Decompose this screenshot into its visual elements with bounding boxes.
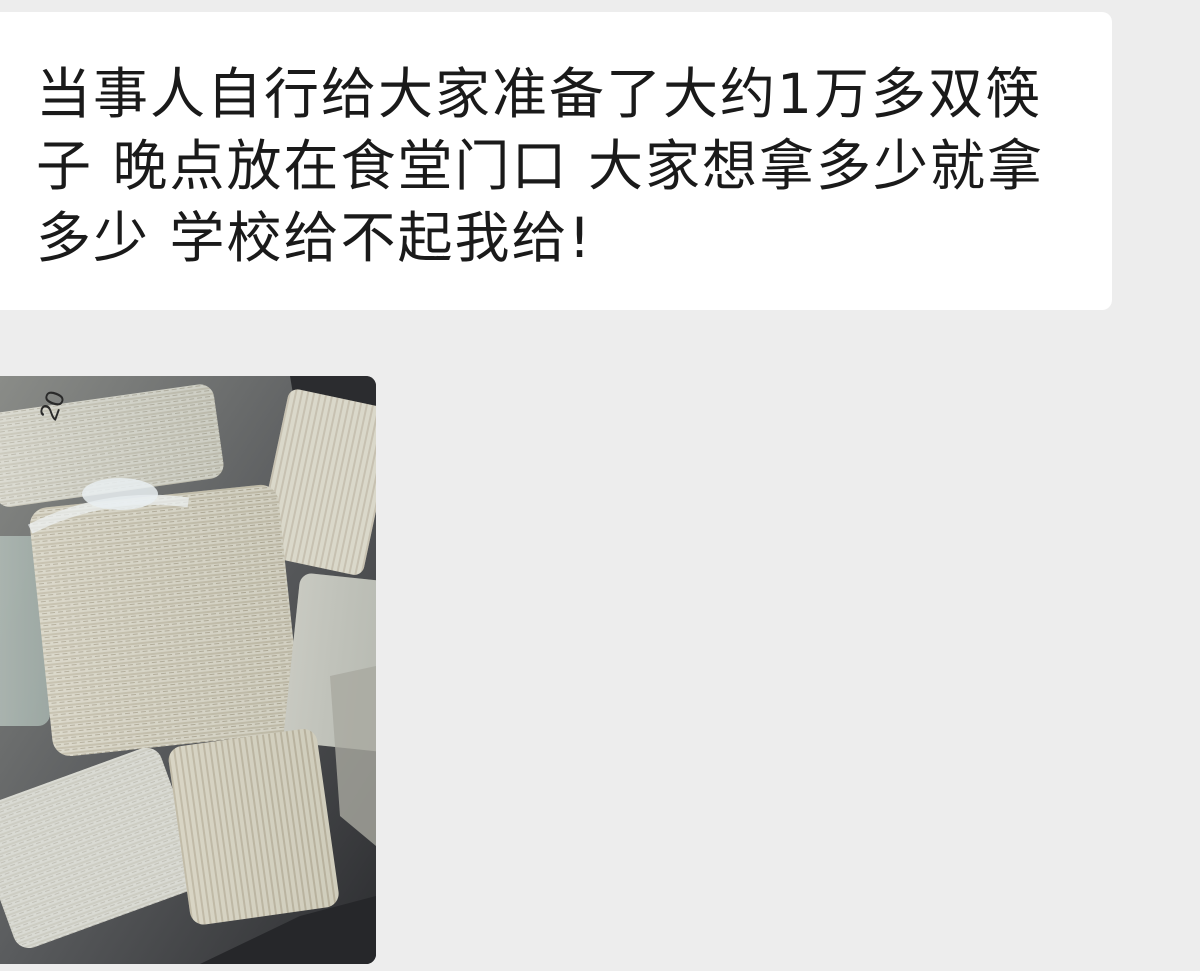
message-bubble-photo[interactable]: 20 [0, 376, 376, 964]
chat-area: 当事人自行给大家准备了大约1万多双筷子 晚点放在食堂门口 大家想拿多少就拿多少 … [0, 0, 1200, 971]
photo-bundled-chopsticks-icon: 20 [0, 376, 376, 964]
message-bubble-text[interactable]: 当事人自行给大家准备了大约1万多双筷子 晚点放在食堂门口 大家想拿多少就拿多少 … [0, 12, 1112, 310]
message-text: 当事人自行给大家准备了大约1万多双筷子 晚点放在食堂门口 大家想拿多少就拿多少 … [36, 62, 1044, 270]
